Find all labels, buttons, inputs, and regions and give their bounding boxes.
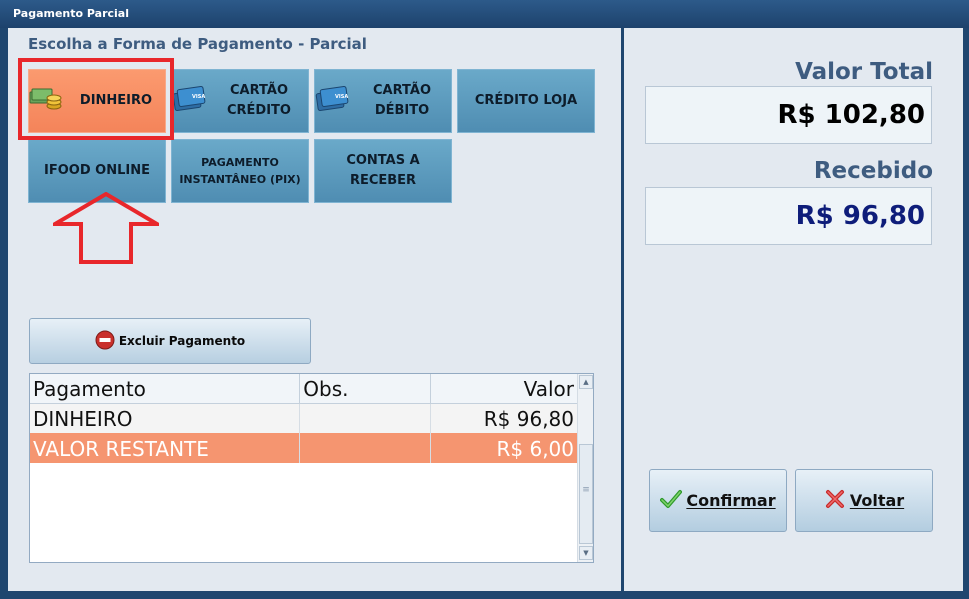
table-header-row: Pagamento Obs. Valor (30, 374, 578, 404)
cell-pagamento: DINHEIRO (30, 403, 301, 433)
payment-method-label: CRÉDITO LOJA (474, 93, 578, 108)
payment-method-cartao-debito[interactable]: VISA CARTÃO DÉBITO (314, 69, 452, 133)
column-header-obs[interactable]: Obs. (299, 374, 432, 404)
confirmar-label: Confirmar (686, 491, 776, 510)
table-row-valor-restante[interactable]: VALOR RESTANTE R$ 6,00 (30, 433, 578, 463)
recebido-label: Recebido (813, 158, 933, 184)
checkmark-icon (660, 489, 683, 513)
payment-method-label: CONTAS A RECEBER (346, 153, 420, 188)
selection-highlight-box (18, 58, 174, 140)
scroll-thumb[interactable]: ≡ (579, 444, 593, 544)
table-row[interactable]: DINHEIRO R$ 96,80 (30, 403, 578, 433)
payment-method-label: CARTÃO DÉBITO (373, 83, 431, 118)
cell-obs (299, 403, 432, 433)
excluir-pagamento-button[interactable]: Excluir Pagamento (29, 318, 311, 364)
right-panel: Valor Total R$ 102,80 Recebido R$ 96,80 … (624, 28, 963, 591)
cell-obs (299, 433, 432, 463)
valor-total-label: Valor Total (795, 59, 933, 85)
recebido-value: R$ 96,80 (645, 187, 932, 245)
payment-method-cartao-credito[interactable]: VISA CARTÃO CRÉDITO (171, 69, 309, 133)
voltar-label: Voltar (849, 491, 905, 510)
remove-circle-icon (95, 330, 115, 353)
payment-method-credito-loja[interactable]: CRÉDITO LOJA (457, 69, 595, 133)
cell-valor: R$ 96,80 (430, 403, 578, 433)
credit-card-icon: VISA (172, 84, 206, 119)
payment-method-label: IFOOD ONLINE (44, 163, 150, 178)
window-title: Pagamento Parcial (0, 0, 969, 28)
payment-method-label: PAGAMENTO INSTANTÂNEO (PIX) (179, 156, 301, 186)
valor-total-value: R$ 102,80 (645, 86, 932, 144)
column-header-pagamento[interactable]: Pagamento (30, 374, 301, 404)
column-header-valor[interactable]: Valor (430, 374, 578, 404)
scroll-up-arrow-icon[interactable]: ▲ (579, 375, 593, 389)
payment-method-contas-a-receber[interactable]: CONTAS A RECEBER (314, 139, 452, 203)
cell-pagamento: VALOR RESTANTE (30, 433, 301, 463)
debit-card-icon: VISA (315, 84, 349, 119)
payment-dialog: Pagamento Parcial Escolha a Forma de Pag… (0, 0, 969, 599)
left-panel: Escolha a Forma de Pagamento - Parcial D… (8, 28, 621, 591)
scroll-down-arrow-icon[interactable]: ▼ (579, 546, 593, 560)
svg-text:VISA: VISA (192, 94, 205, 100)
excluir-pagamento-label: Excluir Pagamento (118, 334, 246, 348)
payments-table: Pagamento Obs. Valor DINHEIRO R$ 96,80 V… (29, 373, 594, 563)
payment-method-label: CARTÃO CRÉDITO (227, 83, 291, 118)
up-arrow-annotation (53, 192, 159, 264)
payment-method-pix[interactable]: PAGAMENTO INSTANTÂNEO (PIX) (171, 139, 309, 203)
svg-text:VISA: VISA (335, 94, 348, 100)
close-x-icon (824, 488, 846, 514)
voltar-button[interactable]: Voltar (795, 469, 933, 532)
confirmar-button[interactable]: Confirmar (649, 469, 787, 532)
cell-valor: R$ 6,00 (430, 433, 578, 463)
section-title: Escolha a Forma de Pagamento - Parcial (28, 35, 367, 53)
table-scrollbar[interactable]: ▲ ≡ ▼ (577, 374, 593, 562)
